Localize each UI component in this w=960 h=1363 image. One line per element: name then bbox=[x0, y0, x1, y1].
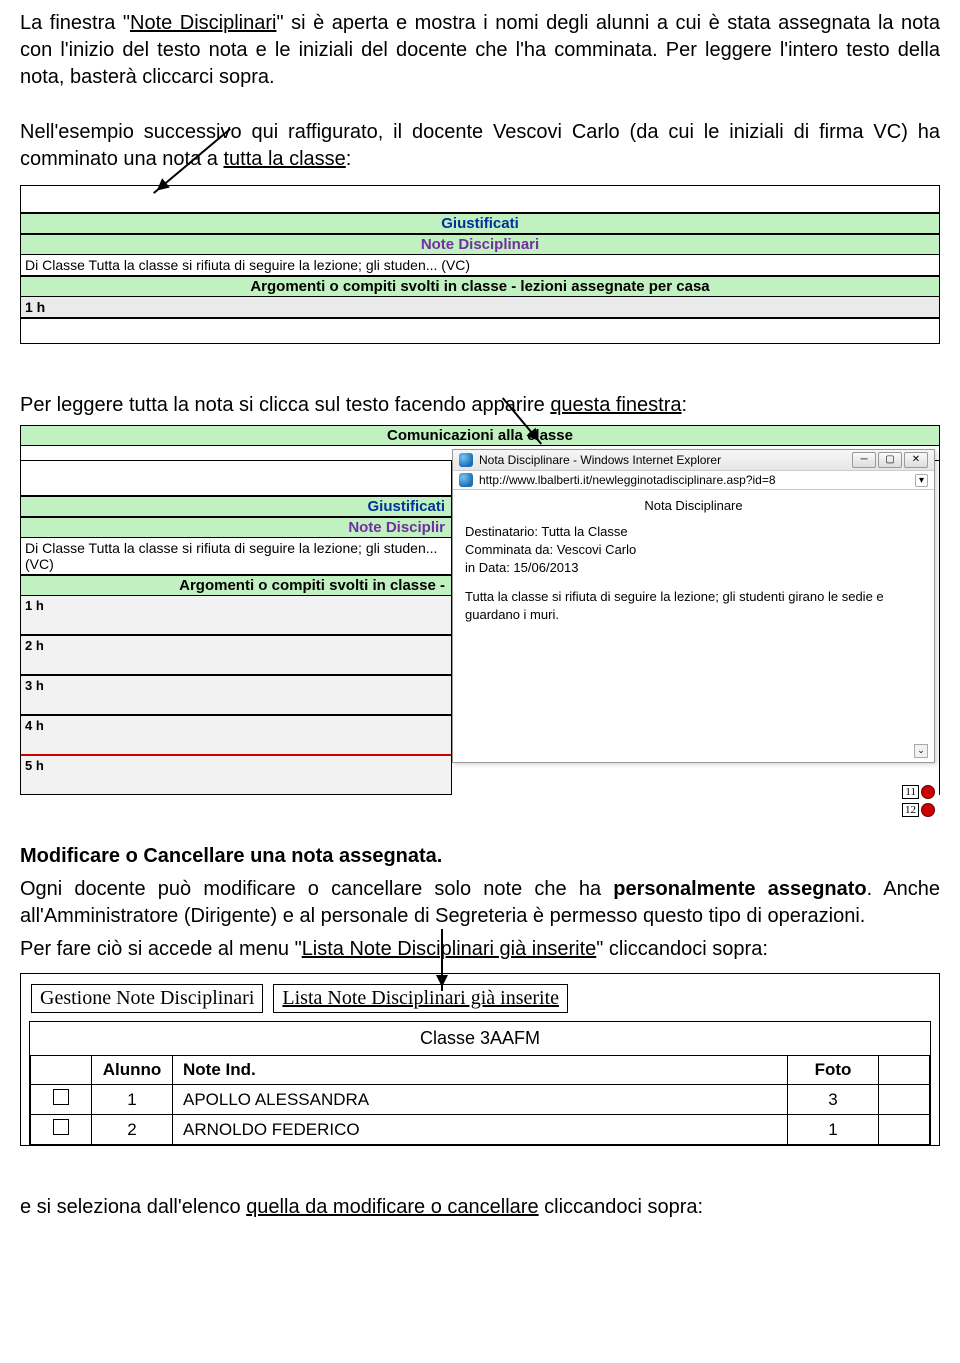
window-addressbar: http://www.lbalberti.it/newlegginotadisc… bbox=[453, 471, 934, 490]
page-indicators: 12 bbox=[902, 803, 935, 817]
hour-row: 1 h bbox=[21, 596, 451, 636]
popup-body-text: Tutta la classe si rifiuta di seguire la… bbox=[465, 588, 922, 624]
text: : bbox=[346, 148, 352, 170]
intro-paragraph-1: La finestra "Note Disciplinari" si è ape… bbox=[20, 10, 940, 91]
col-checkbox bbox=[31, 1056, 92, 1085]
col-foto: Foto bbox=[788, 1056, 879, 1085]
section-header-argomenti: Argomenti o compiti svolti in classe - bbox=[21, 575, 451, 596]
maximize-button[interactable]: ▢ bbox=[878, 452, 902, 468]
section-header-giustificati: Giustificati bbox=[21, 213, 939, 234]
section-header-argomenti: Argomenti o compiti svolti in classe - l… bbox=[21, 276, 939, 297]
arrow-annotation bbox=[441, 929, 443, 991]
window-title: Nota Disciplinare - Windows Internet Exp… bbox=[479, 453, 721, 467]
popup-nota-disciplinare: Nota Disciplinare - Windows Internet Exp… bbox=[452, 449, 935, 763]
heading-modificare: Modificare o Cancellare una nota assegna… bbox=[20, 843, 940, 870]
screenshot-lista-note: Gestione Note Disciplinari Lista Note Di… bbox=[20, 973, 940, 1146]
minimize-button[interactable]: ─ bbox=[852, 452, 876, 468]
text: : bbox=[682, 394, 688, 416]
row-checkbox[interactable] bbox=[31, 1115, 92, 1145]
screenshot-registro-with-popup: Comunicazioni alla classe Giustificati N… bbox=[20, 425, 940, 795]
red-dot-icon bbox=[921, 803, 935, 817]
popup-line-comminata: Comminata da: Vescovi Carlo bbox=[465, 541, 922, 559]
text: Per fare ciò si accede al menu " bbox=[20, 938, 302, 960]
text: cliccandoci sopra: bbox=[539, 1196, 704, 1218]
paragraph-modificare-2: Per fare ciò si accede al menu "Lista No… bbox=[20, 936, 940, 963]
section-header-giustificati: Giustificati bbox=[21, 496, 451, 517]
text: e si seleziona dall'elenco bbox=[20, 1196, 246, 1218]
row-name: APOLLO ALESSANDRA bbox=[173, 1085, 788, 1115]
text: La finestra " bbox=[20, 12, 130, 34]
row-index: 1 bbox=[92, 1085, 173, 1115]
popup-line-data: in Data: 15/06/2013 bbox=[465, 559, 922, 577]
dropdown-icon[interactable]: ▾ bbox=[915, 474, 928, 487]
text: " cliccandoci sopra: bbox=[596, 938, 768, 960]
col-alunno: Alunno bbox=[92, 1056, 173, 1085]
tab-lista-note[interactable]: Lista Note Disciplinari già inserite bbox=[273, 984, 568, 1013]
section-header-note-disciplinari: Note Disciplir bbox=[21, 517, 451, 538]
text-underline: Lista Note Disciplinari già inserite bbox=[302, 938, 597, 960]
text-underline: quella da modificare o cancellare bbox=[246, 1196, 538, 1218]
hour-row-1: 1 h bbox=[21, 297, 939, 319]
red-dot-icon bbox=[921, 785, 935, 799]
close-button[interactable]: ✕ bbox=[904, 452, 928, 468]
table-row[interactable]: 1 APOLLO ALESSANDRA 3 bbox=[31, 1085, 930, 1115]
window-titlebar: Nota Disciplinare - Windows Internet Exp… bbox=[453, 450, 934, 471]
text: Ogni docente può modificare o cancellare… bbox=[20, 878, 613, 900]
paragraph-modificare-1: Ogni docente può modificare o cancellare… bbox=[20, 876, 940, 930]
paragraph-final: e si seleziona dall'elenco quella da mod… bbox=[20, 1194, 940, 1221]
section-header-comunicazioni: Comunicazioni alla classe bbox=[21, 426, 939, 446]
indicator-num: 11 bbox=[902, 785, 919, 799]
ie-icon bbox=[459, 473, 473, 487]
row-foto: 1 bbox=[788, 1115, 879, 1145]
paragraph-click-note: Per leggere tutta la nota si clicca sul … bbox=[20, 392, 940, 419]
students-table: Alunno Note Ind. Foto 1 APOLLO ALESSANDR… bbox=[30, 1055, 930, 1145]
hour-row: 2 h bbox=[21, 636, 451, 676]
section-header-note-disciplinari: Note Disciplinari bbox=[21, 234, 939, 255]
text: Nell'esempio successivo qui raffigurato,… bbox=[20, 121, 940, 170]
url-text: http://www.lbalberti.it/newlegginotadisc… bbox=[479, 473, 909, 487]
class-header: Classe 3AAFM bbox=[30, 1022, 930, 1055]
screenshot-registro-1: Giustificati Note Disciplinari Di Classe… bbox=[20, 185, 940, 344]
indicator-num: 12 bbox=[902, 803, 919, 817]
hour-row: 4 h bbox=[21, 716, 451, 756]
text-underline: tutta la classe bbox=[223, 148, 345, 170]
intro-paragraph-2: Nell'esempio successivo qui raffigurato,… bbox=[20, 119, 940, 173]
popup-heading: Nota Disciplinare bbox=[465, 498, 922, 513]
row-checkbox[interactable] bbox=[31, 1085, 92, 1115]
tab-gestione-note[interactable]: Gestione Note Disciplinari bbox=[31, 984, 263, 1013]
note-row[interactable]: Di Classe Tutta la classe si rifiuta di … bbox=[21, 538, 451, 575]
col-extra bbox=[879, 1056, 930, 1085]
text-bold: personalmente assegnato bbox=[613, 878, 866, 900]
row-index: 2 bbox=[92, 1115, 173, 1145]
text-underline: Note Disciplinari bbox=[130, 12, 276, 34]
scroll-button[interactable]: ⌄ bbox=[914, 744, 928, 758]
note-row[interactable]: Di Classe Tutta la classe si rifiuta di … bbox=[21, 255, 939, 276]
hour-row: 3 h bbox=[21, 676, 451, 716]
popup-line-destinatario: Destinatario: Tutta la Classe bbox=[465, 523, 922, 541]
text: Per leggere tutta la nota si clicca sul … bbox=[20, 394, 550, 416]
hour-row: 5 h bbox=[21, 756, 451, 795]
ie-icon bbox=[459, 453, 473, 467]
row-name: ARNOLDO FEDERICO bbox=[173, 1115, 788, 1145]
row-foto: 3 bbox=[788, 1085, 879, 1115]
page-indicators: 11 bbox=[902, 785, 935, 799]
table-row[interactable]: 2 ARNOLDO FEDERICO 1 bbox=[31, 1115, 930, 1145]
text-underline: questa finestra bbox=[550, 394, 681, 416]
col-note-ind: Note Ind. bbox=[173, 1056, 788, 1085]
